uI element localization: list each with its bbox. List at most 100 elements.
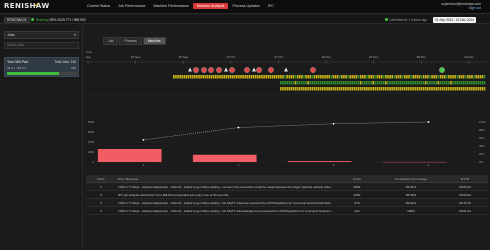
- timeline-status-segment: [236, 75, 238, 79]
- timeline-status-segment: [443, 81, 446, 85]
- timeline-status-segment: [349, 75, 351, 79]
- timeline-status-segment: [194, 75, 196, 79]
- timeline-status-segment: [410, 87, 412, 91]
- table-row[interactable]: 4 TOP1-Y-X Wear - Aborted adjustment - C…: [86, 207, 488, 215]
- timeline-status-segment: [401, 75, 404, 79]
- timeline-status-segment: [343, 75, 345, 79]
- date-range-picker[interactable]: 01 Sep 2024 - 01 Dec 2024: [433, 16, 476, 23]
- timeline-status-segment: [439, 87, 442, 91]
- tab-machine[interactable]: Machine: [142, 37, 166, 45]
- job-card[interactable]: Turn Mill Part Total Jobs: 236 42.3 s / …: [4, 57, 79, 77]
- tab-job[interactable]: Job: [103, 37, 119, 45]
- table-row[interactable]: 3 TOP1-Y-X Wear - Aborted adjustment - C…: [86, 199, 488, 207]
- timeline-status-segment: [429, 87, 431, 91]
- brand-logo[interactable]: RENISHAW: [4, 2, 50, 10]
- nav-ipc[interactable]: IPC: [264, 3, 278, 9]
- timeline-status-segment: [173, 75, 175, 79]
- filter-type-select[interactable]: Jobs ▾: [4, 31, 79, 39]
- timeline-status-segment: [179, 75, 181, 79]
- timeline-status-segment: [332, 87, 335, 91]
- cell-count: 4550: [353, 193, 361, 197]
- timeline-status-segment: [328, 81, 330, 85]
- timeline-status-segment: [334, 75, 337, 79]
- timeline-status-segment: [196, 75, 198, 79]
- col-count[interactable]: Count: [334, 175, 380, 182]
- nav-process-updates[interactable]: Process Updates: [228, 3, 263, 9]
- machine-selector[interactable]: RENCNM-01: [4, 17, 30, 23]
- timeline-status-segment: [370, 81, 372, 85]
- timeline-date-label: 10 Nov: [321, 55, 331, 59]
- timeline-status-segment: [479, 75, 482, 79]
- timeline-status-segment: [301, 81, 303, 85]
- timeline-status-segment: [311, 81, 314, 85]
- table-row[interactable]: 2 IPC job analysis aborted for Turn-Mill…: [86, 191, 488, 199]
- timeline-status-segment: [347, 75, 349, 79]
- x-tick-label: 2: [238, 163, 240, 167]
- timeline-status-segment: [345, 81, 347, 85]
- timeline-date-label: 22 Dec: [464, 55, 474, 59]
- timeline-status-segment: [382, 81, 385, 85]
- cumulative-point: [237, 126, 240, 129]
- timeline-status-segment: [401, 87, 404, 91]
- timeline-status-segment: [437, 75, 440, 79]
- timeline-status-segment: [343, 87, 345, 91]
- timeline-status-segment: [418, 87, 421, 91]
- table-row[interactable]: 1 TOP1-Y-X Wear - Aborted adjustment - C…: [86, 183, 488, 191]
- nav-machine-analysis[interactable]: Machine Analysis: [192, 3, 229, 9]
- timeline-status-segment: [309, 81, 311, 85]
- cell-mttr: 00:12:15: [459, 201, 471, 205]
- col-rank[interactable]: Rank: [86, 175, 116, 182]
- timeline-status-segment: [403, 87, 406, 91]
- timeline-status-segment: [288, 87, 290, 91]
- nav-machine-performance[interactable]: Machine Performance: [150, 3, 193, 9]
- event-icon-glyph: !: [218, 68, 219, 72]
- timeline-status-segment: [330, 87, 332, 91]
- nav-current-status[interactable]: Current Status: [83, 3, 114, 9]
- col-error-message[interactable]: Error Message: [116, 175, 334, 182]
- timeline-status-segment: [372, 81, 374, 85]
- timeline-status-segment: [349, 81, 351, 85]
- timeline-status-segment: [187, 75, 190, 79]
- timeline-status-segment: [340, 87, 343, 91]
- timeline-date-label: 27 Oct: [274, 55, 283, 59]
- timeline-status-segment: [292, 81, 295, 85]
- timeline-status-segment: [343, 81, 345, 85]
- timeline-status-segment: [397, 75, 400, 79]
- y-tick-label: 6000: [88, 130, 95, 134]
- timeline-status-segment: [210, 75, 213, 79]
- timeline-status-segment: [313, 87, 316, 91]
- timeline-status-segment: [212, 75, 215, 79]
- timeline-status-segment: [425, 75, 427, 79]
- timeline-status-segment: [431, 75, 433, 79]
- timeline-status-segment: [334, 87, 337, 91]
- col-cumulative[interactable]: Cumulative Percentage: [380, 175, 442, 182]
- sign-out-link[interactable]: Sign out: [441, 6, 481, 10]
- timeline-status-segment: [303, 81, 305, 85]
- pareto-chart: 8000 6000 4000 2000 0 100% 80% 60% 40% 20% 0% 1 2 3 4: [88, 120, 487, 167]
- timeline-status-segment: [305, 81, 307, 85]
- timeline-status-segment: [383, 75, 385, 79]
- event-timeline[interactable]: Sep 15 Sep 29 Sep 13 Oct 27 Oct 10 Nov 24 Nov 0…: [86, 54, 487, 116]
- timeline-status-segment: [378, 81, 381, 85]
- cell-rank: 1: [100, 185, 102, 189]
- cell-mttr: 00:00:04: [459, 193, 471, 197]
- timeline-status-segment: [412, 81, 414, 85]
- timeline-status-segment: [361, 87, 364, 91]
- timeline-status-segment: [332, 81, 335, 85]
- main-content: Job Process Machine Date Sep 15 Sep 29 Sep…: [84, 25, 490, 250]
- job-search-input[interactable]: Search jobs: [4, 42, 79, 49]
- timeline-status-segment: [280, 87, 282, 91]
- nav-job-performance[interactable]: Job Performance: [114, 3, 149, 9]
- cell-error-message: TOP1-Y-X Wear - Aborted adjustment - CNC…: [118, 209, 334, 213]
- tab-process[interactable]: Process: [119, 37, 142, 45]
- timeline-status-segment: [458, 81, 461, 85]
- timeline-status-segment: [334, 81, 337, 85]
- timeline-status-segment: [368, 87, 370, 91]
- timeline-status-segment: [317, 75, 320, 79]
- timeline-status-segment: [374, 75, 377, 79]
- col-mttr[interactable]: MTTR: [442, 175, 488, 182]
- timeline-status-segment: [315, 81, 318, 85]
- timeline-status-segment: [448, 75, 450, 79]
- timeline-status-segment: [278, 75, 280, 79]
- chevron-down-icon: ▾: [73, 32, 76, 37]
